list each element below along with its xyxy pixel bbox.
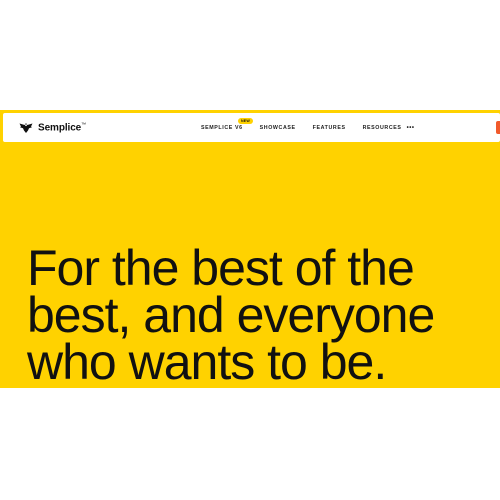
headline-line-1: For the best of the [27,240,415,296]
new-badge: NEW [238,118,253,124]
nav-item-label: RESOURCES [362,125,402,131]
nav-item-label: SEMPLICE V6 [201,125,243,131]
nav-item-showcase[interactable]: SHOWCASE [260,125,296,131]
headline-line-2: best, and everyone [27,287,435,343]
eagle-icon [19,122,33,134]
nav-item-resources[interactable]: RESOURCES ••• [363,125,415,131]
trademark-symbol: ™ [81,122,87,129]
nav-item-features[interactable]: FEATURES [313,125,346,131]
more-dots-icon: ••• [406,125,415,131]
headline-line-3: who wants to be. [27,334,387,388]
nav-item-label: SHOWCASE [259,125,296,131]
brand-logo[interactable]: Semplice™ [19,121,86,135]
hero-headline: For the best of the best, and everyone w… [27,240,435,388]
cta-button[interactable] [496,121,500,134]
brand-name: Semplice™ [38,122,87,134]
nav-item-semplice-v6[interactable]: SEMPLICE V6 NEW [201,118,253,131]
main-nav: SEMPLICE V6 NEW SHOWCASE FEATURES RESOUR… [201,118,431,132]
hero-section: Semplice™ SEMPLICE V6 NEW SHOWCASE FEATU… [0,110,500,388]
nav-item-label: FEATURES [312,125,346,131]
page: Semplice™ SEMPLICE V6 NEW SHOWCASE FEATU… [0,0,500,500]
top-navbar: Semplice™ SEMPLICE V6 NEW SHOWCASE FEATU… [3,113,500,142]
